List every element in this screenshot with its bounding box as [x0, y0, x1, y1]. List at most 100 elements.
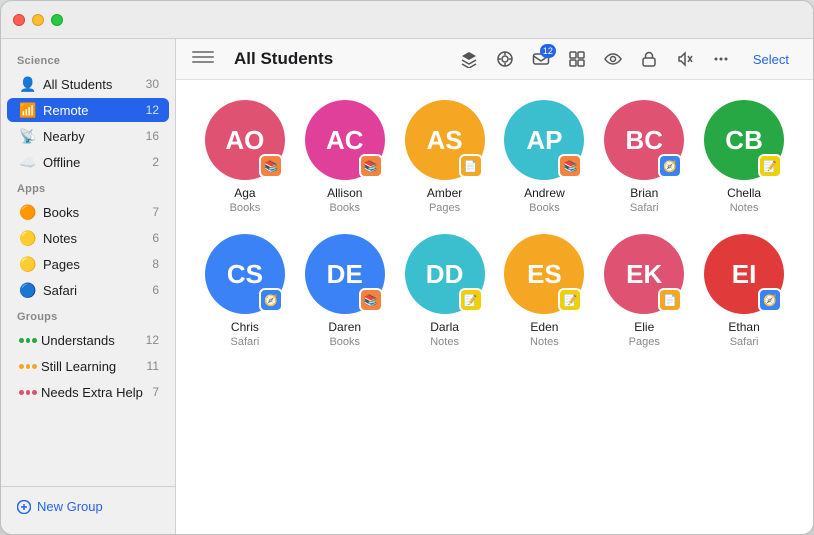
sidebar-item-remote[interactable]: 📶 Remote 12: [7, 98, 169, 122]
student-avatar: DD📝: [405, 234, 485, 314]
student-avatar: AS📄: [405, 100, 485, 180]
student-card[interactable]: DD📝 Darla Notes: [400, 234, 490, 348]
layers-icon[interactable]: [457, 47, 481, 71]
student-app: Books: [230, 202, 261, 214]
student-card[interactable]: AP📚AndrewBooks: [500, 100, 590, 214]
lock-icon[interactable]: [637, 47, 661, 71]
student-card[interactable]: AO📚AgaBooks: [200, 100, 290, 214]
main-header: All Students: [176, 39, 813, 80]
student-card[interactable]: ES📝EdenNotes: [500, 234, 590, 348]
student-avatar: AC📚: [305, 100, 385, 180]
app-badge-books: 📚: [359, 154, 383, 178]
sidebar-item-books[interactable]: 🟠 Books 7: [7, 200, 169, 224]
groups-section-label: Groups: [1, 303, 175, 327]
grid-icon[interactable]: [565, 47, 589, 71]
apps-section-label: Apps: [1, 175, 175, 199]
books-label: Books: [43, 205, 152, 220]
app-badge-books: 📚: [359, 288, 383, 312]
all-students-label: All Students: [43, 77, 146, 92]
safari-icon: 🔵: [19, 281, 37, 299]
sidebar-item-nearby[interactable]: 📡 Nearby 16: [7, 124, 169, 148]
needs-extra-label: Needs Extra Help: [41, 385, 152, 400]
maximize-button[interactable]: [51, 14, 63, 26]
eye-icon[interactable]: [601, 47, 625, 71]
student-card[interactable]: AC📚 Allison Books: [300, 100, 390, 214]
student-app: Notes: [530, 336, 559, 348]
books-count: 7: [152, 205, 159, 219]
sidebar-item-safari[interactable]: 🔵 Safari 6: [7, 278, 169, 302]
app-badge-books: 📚: [558, 154, 582, 178]
more-icon[interactable]: [709, 47, 733, 71]
understands-dot: [19, 331, 37, 349]
sidebar-item-needs-extra[interactable]: Needs Extra Help 7: [7, 380, 169, 404]
sidebar-item-understands[interactable]: Understands 12: [7, 328, 169, 352]
content-area: Science 👤 All Students 30 📶 Remote 12 📡 …: [1, 39, 813, 534]
all-students-count: 30: [146, 77, 159, 91]
student-app: Books: [329, 202, 360, 214]
mail-icon[interactable]: 12: [529, 47, 553, 71]
app-badge-safari: 🧭: [758, 288, 782, 312]
offline-count: 2: [152, 155, 159, 169]
student-app: Books: [329, 336, 360, 348]
science-section-label: Science: [1, 47, 175, 71]
student-avatar: ES📝: [504, 234, 584, 314]
student-name: Ethan: [728, 320, 759, 334]
sidebar-item-pages[interactable]: 🟡 Pages 8: [7, 252, 169, 276]
sidebar-item-still-learning[interactable]: Still Learning 11: [7, 354, 169, 378]
mute-icon[interactable]: [673, 47, 697, 71]
close-button[interactable]: [13, 14, 25, 26]
student-card[interactable]: EI🧭EthanSafari: [699, 234, 789, 348]
student-name: Chella: [727, 186, 761, 200]
student-name: Brian: [630, 186, 658, 200]
minimize-button[interactable]: [32, 14, 44, 26]
page-title: All Students: [234, 49, 333, 69]
select-button[interactable]: Select: [745, 50, 797, 69]
understands-label: Understands: [41, 333, 146, 348]
student-avatar: CS🧭: [205, 234, 285, 314]
pages-icon: 🟡: [19, 255, 37, 273]
app-badge-pages: 📄: [658, 288, 682, 312]
new-group-button[interactable]: New Group: [11, 495, 165, 518]
notes-label: Notes: [43, 231, 152, 246]
student-card[interactable]: CS🧭ChrisSafari: [200, 234, 290, 348]
student-name: Chris: [231, 320, 259, 334]
student-name: Allison: [327, 186, 362, 200]
student-name: Aga: [234, 186, 255, 200]
student-card[interactable]: BC🧭BrianSafari: [599, 100, 689, 214]
still-learning-count: 11: [147, 359, 159, 373]
student-card[interactable]: EK📄EliePages: [599, 234, 689, 348]
needs-extra-dot: [19, 383, 37, 401]
student-app: Notes: [430, 336, 459, 348]
app-badge-notes: 📝: [459, 288, 483, 312]
student-avatar: DE📚: [305, 234, 385, 314]
student-app: Books: [529, 202, 560, 214]
nearby-label: Nearby: [43, 129, 146, 144]
all-students-icon: 👤: [19, 75, 37, 93]
student-card[interactable]: DE📚DarenBooks: [300, 234, 390, 348]
student-app: Safari: [630, 202, 659, 214]
nearby-icon: 📡: [19, 127, 37, 145]
sidebar-toggle-button[interactable]: [192, 51, 214, 67]
safari-count: 6: [152, 283, 159, 297]
student-name: Darla: [430, 320, 459, 334]
student-avatar: CB📝: [704, 100, 784, 180]
pages-label: Pages: [43, 257, 152, 272]
student-card[interactable]: CB📝ChellaNotes: [699, 100, 789, 214]
student-app: Safari: [730, 336, 759, 348]
sidebar-item-offline[interactable]: ☁️ Offline 2: [7, 150, 169, 174]
student-grid: AO📚AgaBooksAC📚AllisonBooksAS📄AmberPagesA…: [176, 80, 813, 534]
sidebar-item-notes[interactable]: 🟡 Notes 6: [7, 226, 169, 250]
student-name: Andrew: [524, 186, 565, 200]
sidebar-item-all-students[interactable]: 👤 All Students 30: [7, 72, 169, 96]
still-learning-dot: [19, 357, 37, 375]
target-icon[interactable]: [493, 47, 517, 71]
student-name: Amber: [427, 186, 462, 200]
books-icon: 🟠: [19, 203, 37, 221]
notes-icon: 🟡: [19, 229, 37, 247]
new-group-label: New Group: [37, 499, 103, 514]
understands-count: 12: [146, 333, 159, 347]
needs-extra-count: 7: [152, 385, 159, 399]
nearby-count: 16: [146, 129, 159, 143]
student-card[interactable]: AS📄AmberPages: [400, 100, 490, 214]
notes-count: 6: [152, 231, 159, 245]
